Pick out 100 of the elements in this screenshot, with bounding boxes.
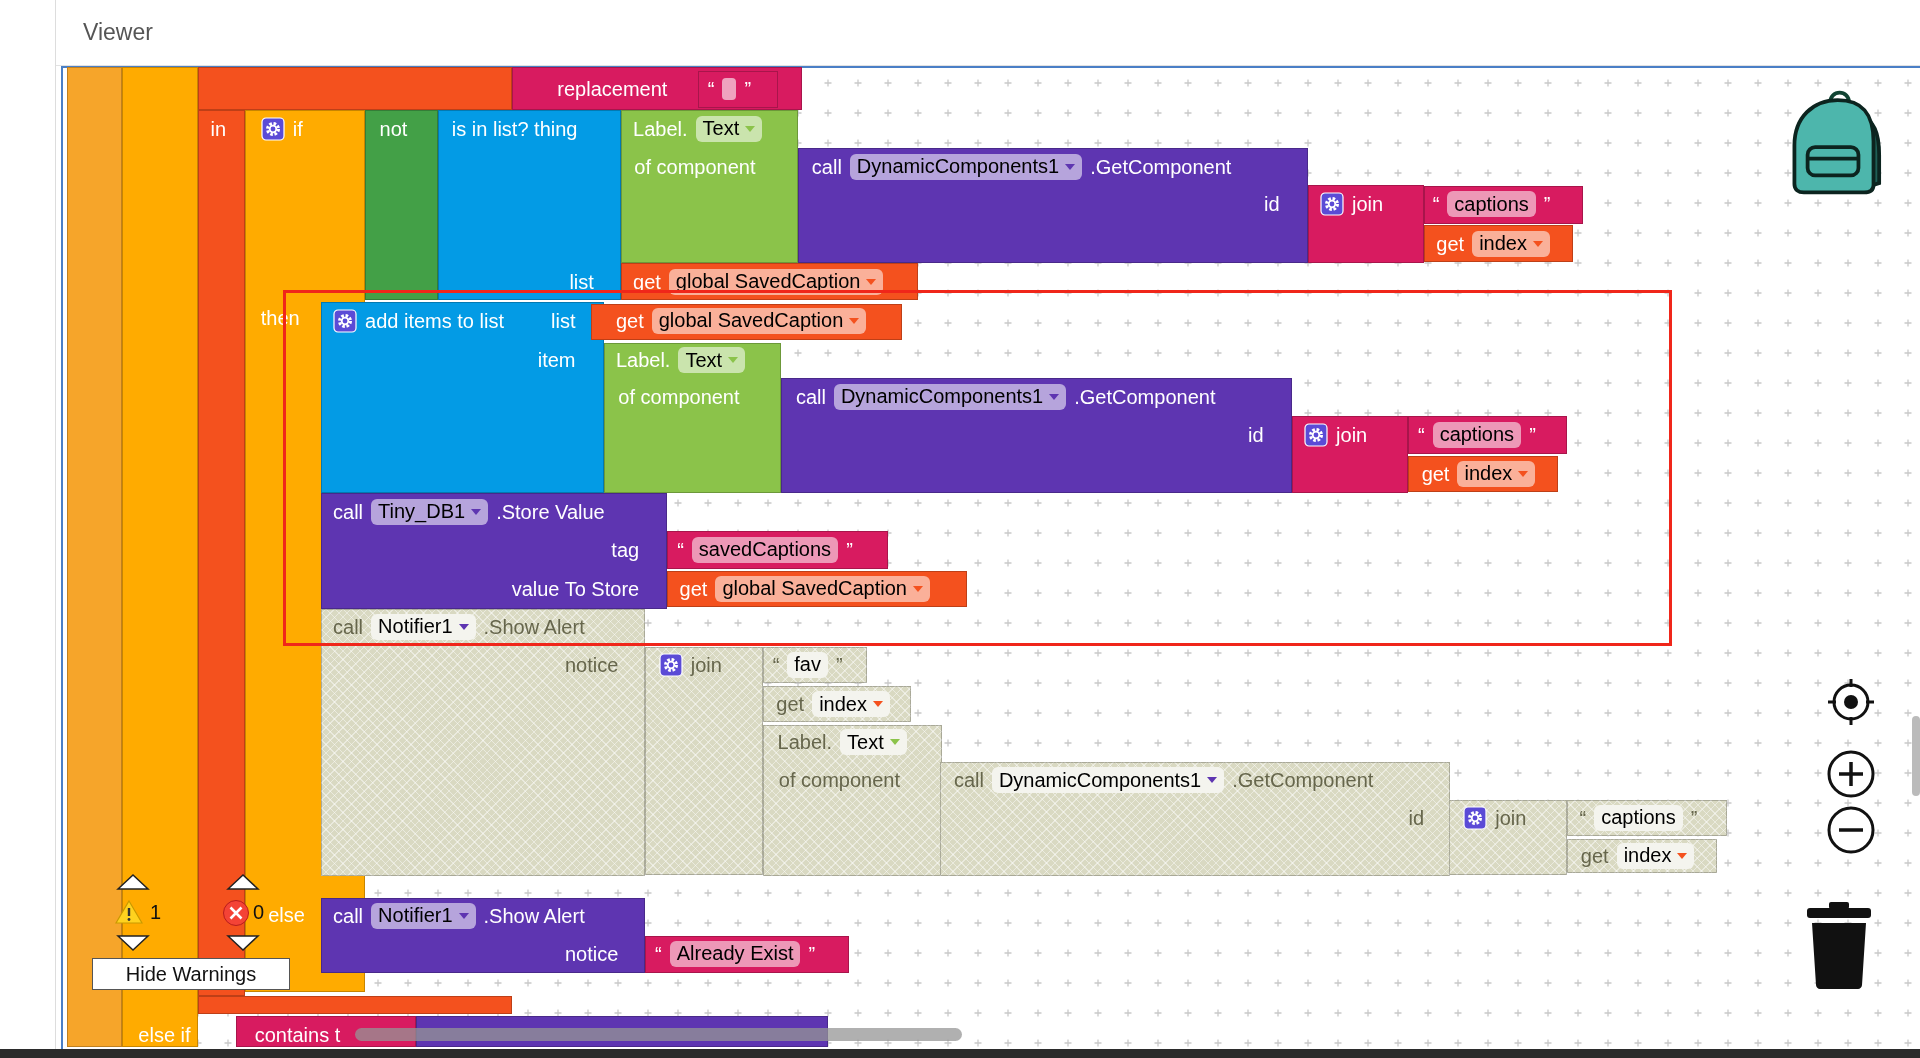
block-label: id (1248, 422, 1264, 447)
block-label: else (268, 902, 305, 927)
block-label: Label. (777, 730, 833, 755)
code-block[interactable] (1424, 225, 1574, 263)
gear-icon[interactable] (658, 652, 683, 677)
quote-mark: ” (1690, 805, 1698, 830)
dropdown-field[interactable]: Text (695, 115, 763, 142)
code-block[interactable] (1408, 455, 1558, 493)
gear-icon[interactable] (1320, 192, 1344, 217)
string-field[interactable] (722, 78, 737, 101)
quote-mark: ” (808, 941, 816, 966)
viewer-title: Viewer (83, 19, 153, 46)
block-label: call (811, 154, 842, 179)
code-block[interactable] (320, 897, 646, 974)
block-label: add items to list (365, 308, 504, 333)
code-block[interactable] (620, 263, 919, 300)
quote-mark: “ (1579, 805, 1587, 830)
dropdown-field[interactable]: Tiny_DB1 (371, 498, 489, 525)
block-label: list (551, 308, 576, 333)
dropdown-field[interactable]: index (1457, 460, 1536, 487)
code-block[interactable] (645, 935, 849, 974)
block-label: .Show Alert (483, 614, 585, 639)
string-field[interactable]: savedCaptions (691, 536, 839, 563)
block-label: call (333, 903, 364, 928)
block-label: tag (611, 537, 640, 562)
gear-icon[interactable] (260, 116, 285, 141)
block-label: get (679, 576, 708, 601)
hide-warnings-button[interactable]: Hide Warnings (92, 958, 290, 990)
block-label: .GetComponent (1074, 384, 1216, 409)
code-block[interactable] (781, 378, 1292, 494)
block-label: else if (138, 1022, 191, 1047)
block-label: item (537, 348, 576, 372)
block-label: .Store Value (496, 499, 605, 524)
block-label: of component (634, 154, 756, 179)
arrow-down-icon[interactable] (116, 934, 150, 952)
quote-mark: ” (846, 537, 853, 562)
dropdown-field[interactable]: DynamicComponents1 (849, 153, 1083, 180)
code-block[interactable] (591, 303, 903, 341)
zoom-out-icon[interactable] (1826, 805, 1876, 855)
block-label: join (690, 652, 722, 677)
recenter-icon[interactable] (1826, 677, 1876, 727)
arrow-up-icon[interactable] (226, 873, 260, 891)
code-block[interactable] (1424, 186, 1584, 225)
block-label: get (776, 692, 805, 717)
error-icon (222, 899, 250, 927)
code-block[interactable] (320, 493, 668, 609)
block-label: get (615, 308, 644, 333)
string-field[interactable]: captions (1447, 191, 1536, 218)
block-label: Label. (633, 116, 688, 141)
arrow-up-icon[interactable] (116, 873, 150, 891)
block-label: get (1421, 461, 1450, 486)
gear-icon[interactable] (1463, 805, 1488, 830)
code-block[interactable] (667, 570, 968, 608)
block-label: list (569, 269, 594, 294)
warning-icon (115, 899, 143, 925)
block-label: id (1264, 192, 1280, 217)
dropdown-field[interactable]: Notifier1 (371, 902, 476, 929)
dropdown-field[interactable]: Text (678, 347, 746, 373)
quote-mark: ” (744, 77, 752, 102)
quote-mark: “ (772, 652, 780, 677)
scrollbar[interactable] (355, 1028, 962, 1041)
scrollbar[interactable] (1912, 716, 1920, 796)
block-label: contains t (254, 1022, 341, 1047)
code-block[interactable] (1408, 416, 1568, 455)
quote-mark: ” (1529, 422, 1536, 447)
gear-icon[interactable] (333, 308, 358, 333)
quote-mark: ” (1543, 192, 1551, 217)
dropdown-field[interactable]: global SavedCaption (715, 575, 930, 602)
trash-icon[interactable] (1806, 901, 1872, 989)
code-block[interactable] (1307, 184, 1425, 264)
block-label: .GetComponent (1090, 154, 1232, 179)
code-block[interactable] (667, 531, 888, 570)
block-label: id (1408, 805, 1425, 830)
gear-icon[interactable] (1304, 422, 1329, 447)
block-label: join (1352, 192, 1384, 217)
block-label: value To Store (511, 576, 640, 601)
arrow-down-icon[interactable] (226, 934, 260, 952)
block-label: Label. (615, 348, 671, 372)
error-count: 0 (253, 901, 265, 924)
dropdown-field[interactable]: global SavedCaption (668, 268, 884, 295)
block-label: get (1436, 231, 1465, 256)
block-label: not (379, 116, 408, 141)
string-field[interactable]: Already Exist (669, 940, 801, 967)
string-field[interactable]: captions (1432, 421, 1522, 448)
quote-mark: “ (1432, 192, 1440, 217)
zoom-in-icon[interactable] (1826, 749, 1876, 799)
quote-mark: “ (677, 537, 684, 562)
warning-count: 1 (150, 901, 162, 924)
block-label: .GetComponent (1232, 768, 1374, 792)
code-block[interactable] (1291, 416, 1409, 494)
dropdown-field[interactable]: global SavedCaption (651, 307, 867, 334)
block-label: get (1580, 843, 1609, 868)
block-label: replacement (557, 77, 668, 102)
dropdown-field[interactable]: DynamicComponents1 (833, 383, 1067, 410)
block-label: of component (778, 768, 900, 792)
dropdown-field[interactable]: index (1472, 230, 1550, 257)
block-label: join (1336, 422, 1368, 447)
block-label: call (333, 614, 364, 639)
block-label: notice (565, 941, 619, 966)
block-label: notice (565, 652, 619, 677)
